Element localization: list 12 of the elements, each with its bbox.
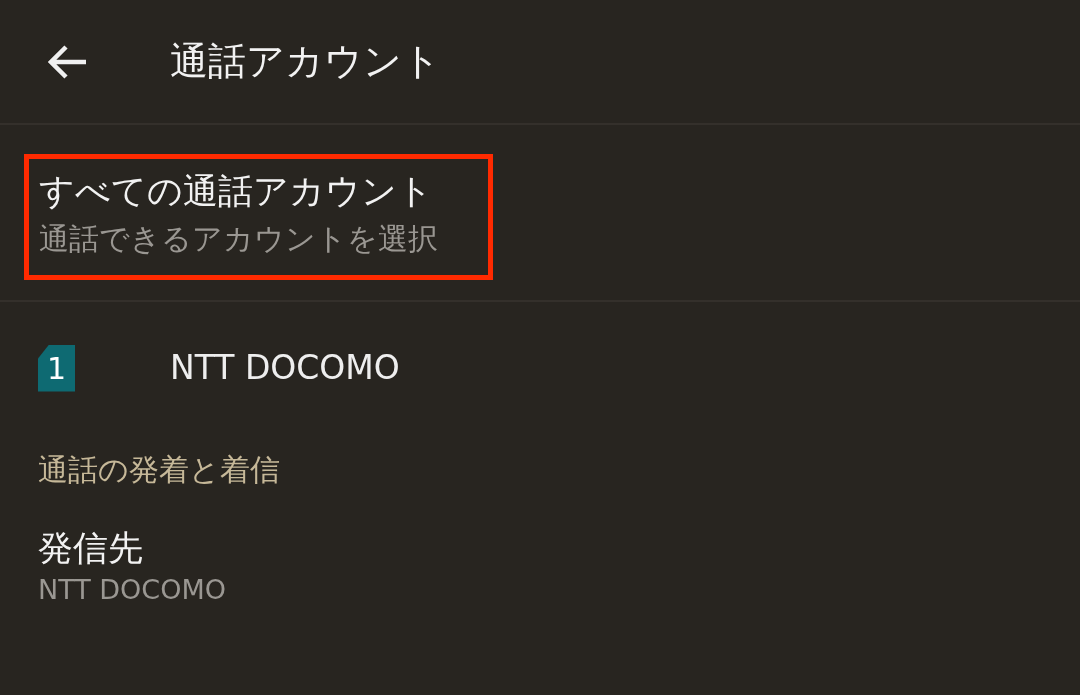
setting-title: 発信先: [38, 527, 144, 570]
setting-value: NTT DOCOMO: [38, 573, 227, 607]
sim-card-icon: 1: [38, 344, 75, 392]
back-arrow-icon: [48, 43, 88, 80]
item-title: すべての通話アカウント: [39, 170, 434, 213]
account-row[interactable]: 1 NTT DOCOMO: [0, 302, 1080, 434]
screen-title: 通話アカウント: [170, 38, 441, 85]
section-header: 通話の発着と着信: [37, 451, 281, 489]
account-name: NTT DOCOMO: [170, 347, 400, 390]
all-accounts-item[interactable]: すべての通話アカウント 通話できるアカウントを選択: [24, 154, 493, 280]
item-subtitle: 通話できるアカウントを選択: [39, 220, 439, 258]
setting-item[interactable]: 発信先 NTT DOCOMO: [0, 504, 1080, 610]
